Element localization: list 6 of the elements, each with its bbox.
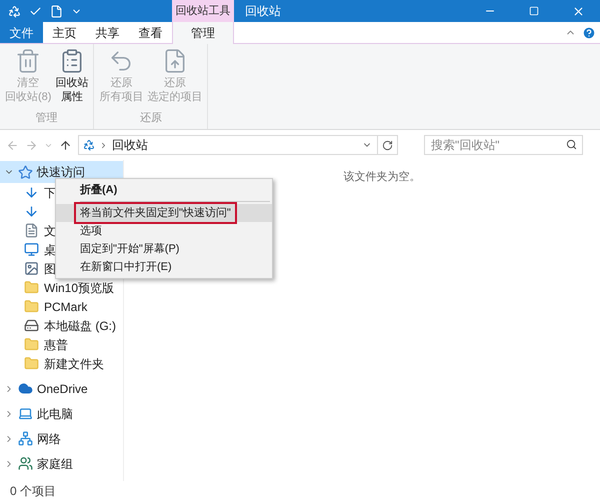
group-label: 管理 [34, 110, 59, 126]
window-title: 回收站 [245, 3, 281, 20]
tool-group-label: 回收站工具 [172, 0, 234, 22]
group-label: 还原 [138, 110, 163, 126]
status-text: 0 个项目 [10, 483, 56, 500]
empty-folder-message: 该文件夹为空。 [344, 170, 420, 183]
